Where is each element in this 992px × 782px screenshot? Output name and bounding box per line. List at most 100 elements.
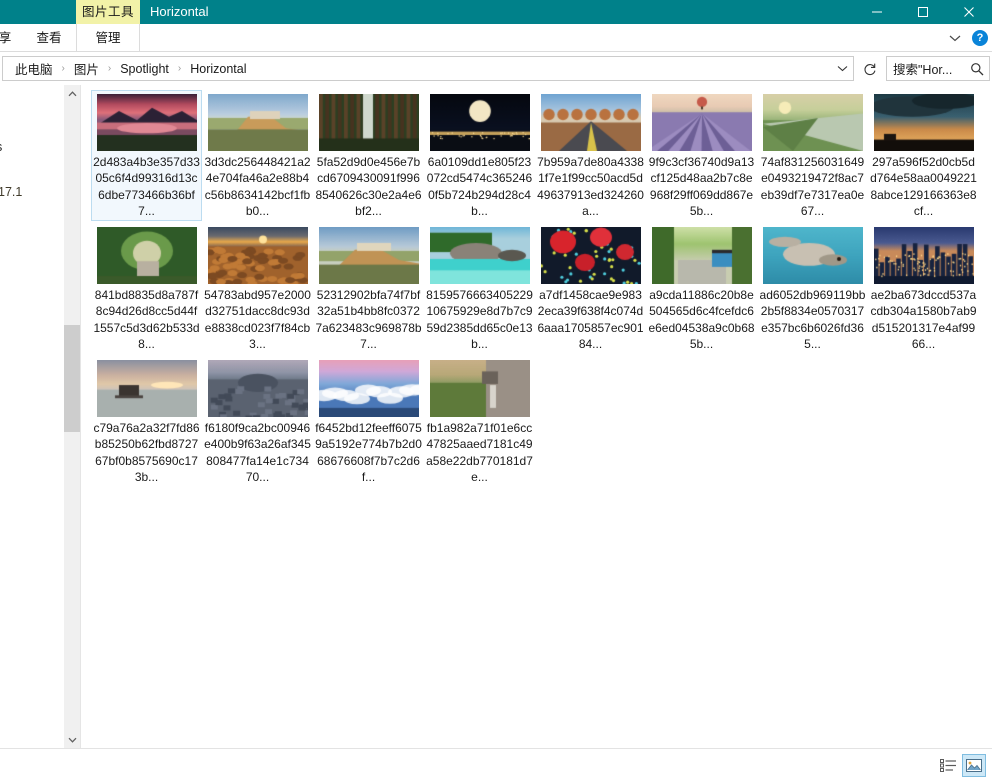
- details-view-button[interactable]: [936, 754, 960, 777]
- file-thumbnail: [97, 227, 197, 284]
- breadcrumb-separator: ›: [55, 63, 72, 74]
- file-item[interactable]: 5fa52d9d0e456e7bcd6709430091f9968540626c…: [313, 90, 424, 221]
- view-mode-buttons: [936, 754, 986, 777]
- address-dropdown-button[interactable]: [831, 57, 853, 80]
- chevron-up-icon: [68, 91, 77, 97]
- file-name-label: 9f9c3cf36740d9a13cf125d48aa2b7c8e968f29f…: [648, 154, 755, 220]
- file-thumbnail: [97, 360, 197, 417]
- scrollbar-thumb[interactable]: [64, 325, 80, 432]
- breadcrumb-item-0[interactable]: 此电脑: [13, 59, 55, 78]
- search-button[interactable]: [965, 57, 989, 80]
- file-item[interactable]: f6452bd12feeff60759a5192e774b7b2d0686766…: [313, 356, 424, 487]
- file-thumbnail: [97, 94, 197, 151]
- large-icons-view-button[interactable]: [962, 754, 986, 777]
- ribbon-right-controls: ?: [946, 24, 988, 52]
- scroll-down-button[interactable]: [64, 731, 80, 748]
- file-name-label: a7df1458cae9e9832eca39f638f4c074d6aaa170…: [537, 287, 644, 353]
- breadcrumb-item-1[interactable]: 图片: [72, 59, 101, 78]
- breadcrumb-item-3[interactable]: Horizontal: [188, 62, 248, 76]
- file-thumbnail: [874, 227, 974, 284]
- file-item[interactable]: a7df1458cae9e9832eca39f638f4c074d6aaa170…: [535, 223, 646, 354]
- file-item[interactable]: a9cda11886c20b8e504565d6c4fcefdc6e6ed045…: [646, 223, 757, 354]
- file-thumbnail: [652, 94, 752, 151]
- breadcrumb-separator: ›: [101, 63, 118, 74]
- nav-item-fragment-0[interactable]: s: [0, 140, 2, 154]
- file-name-label: fb1a982a71f01e6cc47825aaed7181c49a58e22d…: [426, 420, 533, 486]
- file-name-label: f6180f9ca2bc00946e400b9f63a26af345808477…: [204, 420, 311, 486]
- file-item[interactable]: c79a76a2a32f7fd86b85250b62fbd872767bf0b8…: [91, 356, 202, 487]
- file-name-label: 841bd8835d8a787f8c94d26d8cc5d44f1557c5d3…: [93, 287, 200, 353]
- breadcrumb-separator: ›: [171, 63, 188, 74]
- scroll-up-button[interactable]: [64, 85, 80, 102]
- ribbon-tab-strip: 享 查看 管理 ?: [0, 24, 992, 52]
- file-name-label: 7b959a7de80a43381f7e1f99cc50acd5d4963791…: [537, 154, 644, 220]
- file-thumbnail: [319, 94, 419, 151]
- file-thumbnail: [541, 227, 641, 284]
- file-item[interactable]: 815957666340522910675929e8d7b7c959d2385d…: [424, 223, 535, 354]
- file-name-label: a9cda11886c20b8e504565d6c4fcefdc6e6ed045…: [648, 287, 755, 353]
- file-name-label: 815957666340522910675929e8d7b7c959d2385d…: [426, 287, 533, 353]
- close-icon: [963, 6, 975, 18]
- file-item[interactable]: fb1a982a71f01e6cc47825aaed7181c49a58e22d…: [424, 356, 535, 487]
- chevron-down-icon: [949, 34, 961, 42]
- file-thumbnail: [874, 94, 974, 151]
- search-icon: [970, 62, 984, 76]
- nav-item-fragment-1[interactable]: 17.1: [0, 185, 22, 199]
- file-item[interactable]: 297a596f52d0cb5dd764e58aa00492218abce129…: [868, 90, 979, 221]
- window-controls: [854, 0, 992, 24]
- large-icons-view-icon: [966, 759, 982, 772]
- file-grid: 2d483a4b3e357d3305c6f4d99316d13c6dbe7734…: [91, 90, 992, 489]
- chevron-down-icon: [68, 737, 77, 743]
- file-thumbnail: [208, 94, 308, 151]
- file-name-label: 54783abd957e2000d32751dacc8dc93de8838cd0…: [204, 287, 311, 353]
- file-name-label: f6452bd12feeff60759a5192e774b7b2d0686766…: [315, 420, 422, 486]
- file-list-view[interactable]: 2d483a4b3e357d3305c6f4d99316d13c6dbe7734…: [81, 85, 992, 748]
- search-box[interactable]: 搜索"Hor...: [886, 56, 990, 81]
- file-item[interactable]: 74af831256031649e0493219472f8ac7eb39df7e…: [757, 90, 868, 221]
- file-name-label: 297a596f52d0cb5dd764e58aa00492218abce129…: [870, 154, 977, 220]
- refresh-button[interactable]: [856, 56, 884, 81]
- close-button[interactable]: [946, 0, 992, 24]
- file-thumbnail: [208, 227, 308, 284]
- file-item[interactable]: 2d483a4b3e357d3305c6f4d99316d13c6dbe7734…: [91, 90, 202, 221]
- help-button[interactable]: ?: [972, 30, 988, 46]
- file-thumbnail: [652, 227, 752, 284]
- file-item[interactable]: 9f9c3cf36740d9a13cf125d48aa2b7c8e968f29f…: [646, 90, 757, 221]
- tab-manage[interactable]: 管理: [76, 24, 140, 52]
- file-name-label: 74af831256031649e0493219472f8ac7eb39df7e…: [759, 154, 866, 220]
- search-input[interactable]: 搜索"Hor...: [887, 59, 965, 78]
- file-name-label: 6a0109dd1e805f23072cd5474c3652460f5b724b…: [426, 154, 533, 220]
- picture-tools-context-tab[interactable]: 图片工具: [76, 0, 140, 24]
- status-bar: [0, 748, 992, 782]
- file-item[interactable]: 6a0109dd1e805f23072cd5474c3652460f5b724b…: [424, 90, 535, 221]
- file-name-label: c79a76a2a32f7fd86b85250b62fbd872767bf0b8…: [93, 420, 200, 486]
- file-name-label: ae2ba673dccd537acdb304a1580b7ab9d5152013…: [870, 287, 977, 353]
- breadcrumb-item-2[interactable]: Spotlight: [118, 62, 171, 76]
- file-item[interactable]: f6180f9ca2bc00946e400b9f63a26af345808477…: [202, 356, 313, 487]
- file-thumbnail: [430, 94, 530, 151]
- chevron-down-icon: [837, 65, 848, 72]
- address-bar[interactable]: 此电脑 › 图片 › Spotlight › Horizontal: [2, 56, 854, 81]
- minimize-button[interactable]: [854, 0, 900, 24]
- maximize-button[interactable]: [900, 0, 946, 24]
- file-thumbnail: [763, 94, 863, 151]
- file-item[interactable]: 3d3dc256448421a24e704fa46a2e88b4c56b8634…: [202, 90, 313, 221]
- tab-view[interactable]: 查看: [24, 24, 74, 52]
- navigation-pane-scrollbar[interactable]: [64, 85, 80, 748]
- file-item[interactable]: 841bd8835d8a787f8c94d26d8cc5d44f1557c5d3…: [91, 223, 202, 354]
- file-item[interactable]: 52312902bfa74f7bf32a51b4bb8fc03727a62348…: [313, 223, 424, 354]
- file-thumbnail: [763, 227, 863, 284]
- file-thumbnail: [319, 360, 419, 417]
- ribbon-collapse-button[interactable]: [946, 29, 964, 47]
- file-item[interactable]: ae2ba673dccd537acdb304a1580b7ab9d5152013…: [868, 223, 979, 354]
- file-name-label: 3d3dc256448421a24e704fa46a2e88b4c56b8634…: [204, 154, 311, 220]
- file-item[interactable]: 54783abd957e2000d32751dacc8dc93de8838cd0…: [202, 223, 313, 354]
- minimize-icon: [871, 6, 883, 18]
- file-name-label: 2d483a4b3e357d3305c6f4d99316d13c6dbe7734…: [93, 154, 200, 220]
- refresh-icon: [863, 62, 877, 76]
- navigation-pane: s 17.1: [0, 85, 64, 748]
- file-thumbnail: [430, 227, 530, 284]
- file-item[interactable]: ad6052db969119bb2b5f8834e0570317e357bc6b…: [757, 223, 868, 354]
- file-item[interactable]: 7b959a7de80a43381f7e1f99cc50acd5d4963791…: [535, 90, 646, 221]
- breadcrumb: 此电脑 › 图片 › Spotlight › Horizontal: [3, 59, 831, 78]
